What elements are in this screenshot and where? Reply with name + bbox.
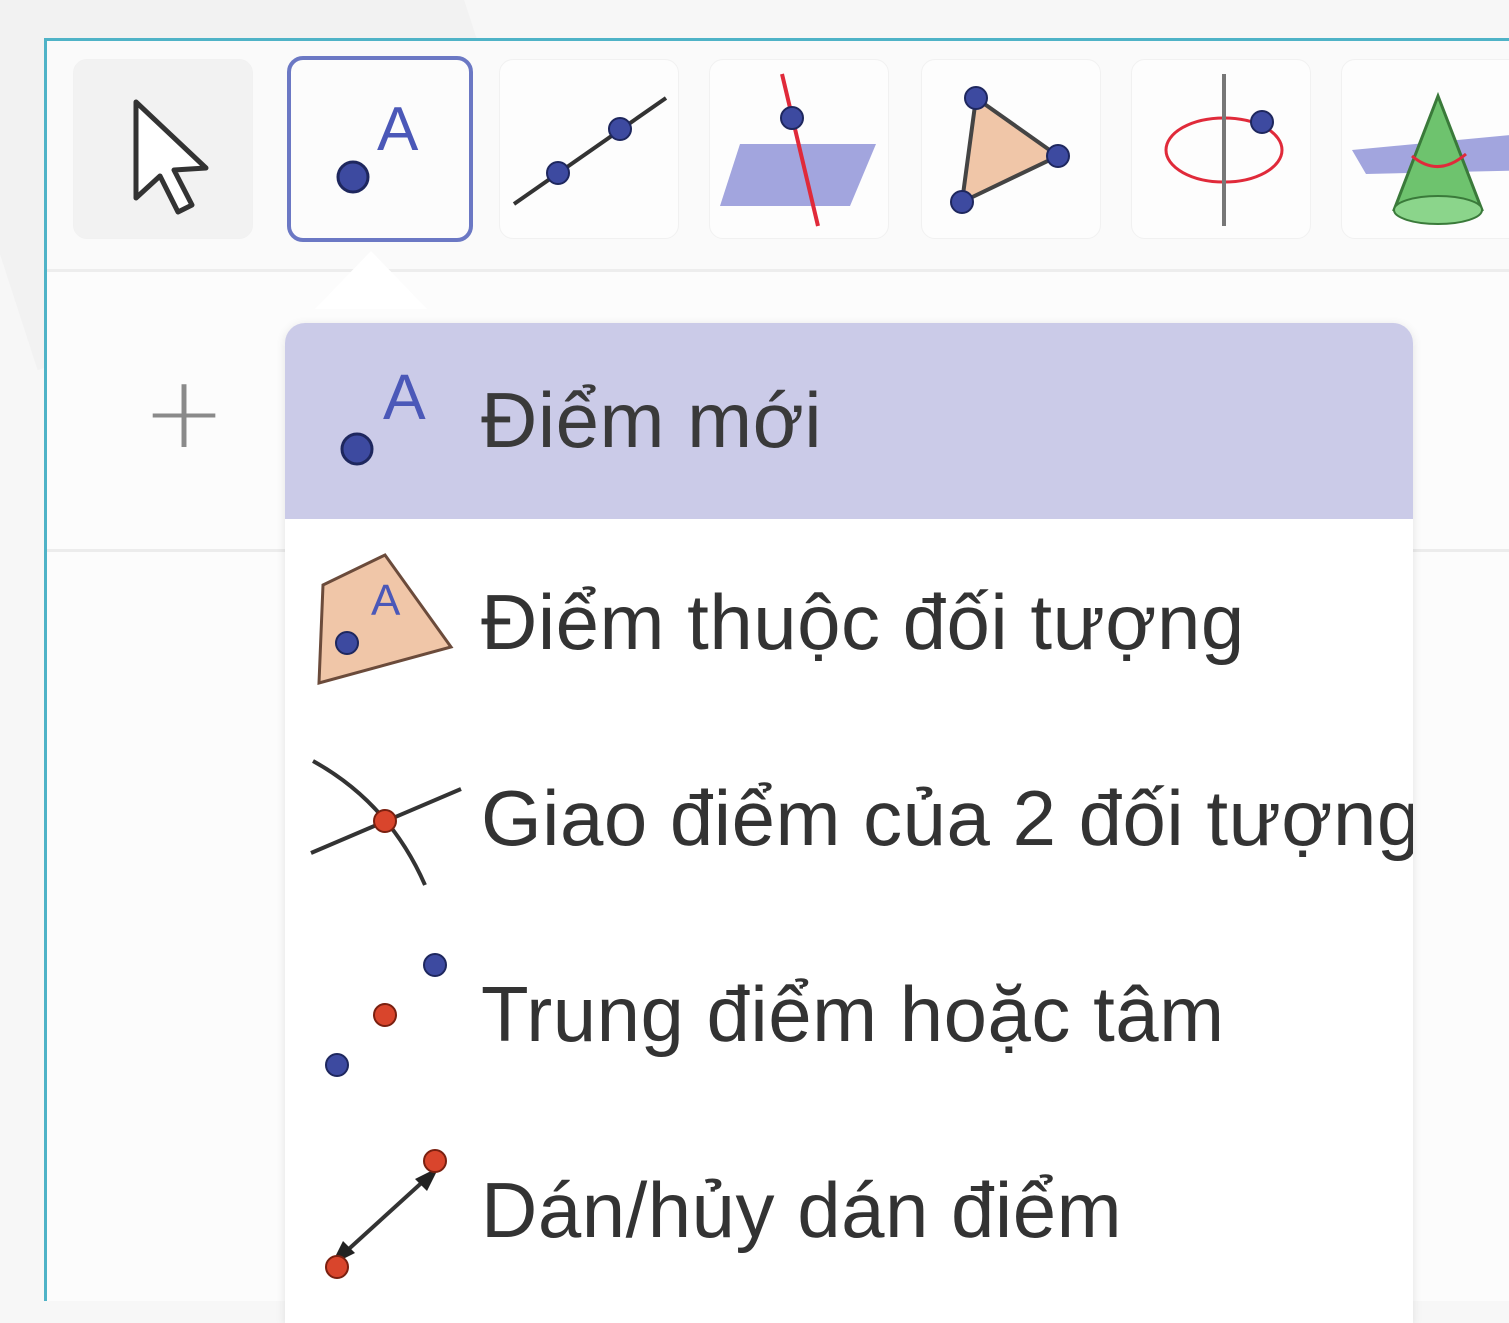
toolbar-divider <box>47 269 1509 272</box>
perpendicular-tool-button[interactable] <box>709 59 889 239</box>
menu-item-label: Giao điểm của 2 đối tượng <box>481 774 1413 862</box>
rotate-around-axis-icon <box>1164 74 1284 226</box>
dropdown-pointer <box>315 251 427 309</box>
add-input-button[interactable]: + <box>139 363 229 463</box>
point-tool-button[interactable]: A <box>287 56 473 242</box>
point-tools-dropdown: A Điểm mới A Điểm thuộc đối tượng Giao đ… <box>285 323 1413 1323</box>
menu-item-intersect[interactable]: Giao điểm của 2 đối tượng <box>285 715 1413 911</box>
attach-detach-point-icon <box>325 1149 447 1279</box>
line-through-two-points-icon <box>512 96 668 206</box>
icon-letter: A <box>383 361 426 433</box>
cone-icon <box>1352 91 1509 225</box>
move-tool-button[interactable] <box>73 59 253 239</box>
menu-item-label: Dán/hủy dán điểm <box>481 1166 1123 1254</box>
toolbar: A <box>47 41 1509 269</box>
menu-item-label: Điểm mới <box>481 376 823 464</box>
new-point-icon: A <box>336 95 419 194</box>
midpoint-or-center-icon <box>325 953 447 1077</box>
point-on-object-icon: A <box>317 553 454 685</box>
menu-item-new-point[interactable]: A Điểm mới <box>285 323 1413 519</box>
rotate-axis-tool-button[interactable] <box>1131 59 1311 239</box>
menu-item-midpoint[interactable]: Trung điểm hoặc tâm <box>285 911 1413 1107</box>
point-tool-letter: A <box>377 95 419 164</box>
new-point-icon: A <box>340 361 426 466</box>
menu-item-point-on-object[interactable]: A Điểm thuộc đối tượng <box>285 519 1413 715</box>
menu-item-label: Trung điểm hoặc tâm <box>481 970 1225 1058</box>
line-tool-button[interactable] <box>499 59 679 239</box>
geogebra-window: A + A Điểm mới A Điểm thuộc đối tượng Gi… <box>44 38 1509 1323</box>
polygon-icon <box>950 86 1070 214</box>
polygon-tool-button[interactable] <box>921 59 1101 239</box>
icon-letter: A <box>371 576 401 625</box>
menu-item-attach-detach[interactable]: Dán/hủy dán điểm <box>285 1107 1413 1303</box>
menu-item-label: Điểm thuộc đối tượng <box>481 578 1245 666</box>
cursor-arrow-icon <box>133 99 209 215</box>
perpendicular-line-plane-icon <box>720 73 876 227</box>
intersect-icon <box>310 759 462 886</box>
cone-tool-button[interactable] <box>1341 59 1509 239</box>
